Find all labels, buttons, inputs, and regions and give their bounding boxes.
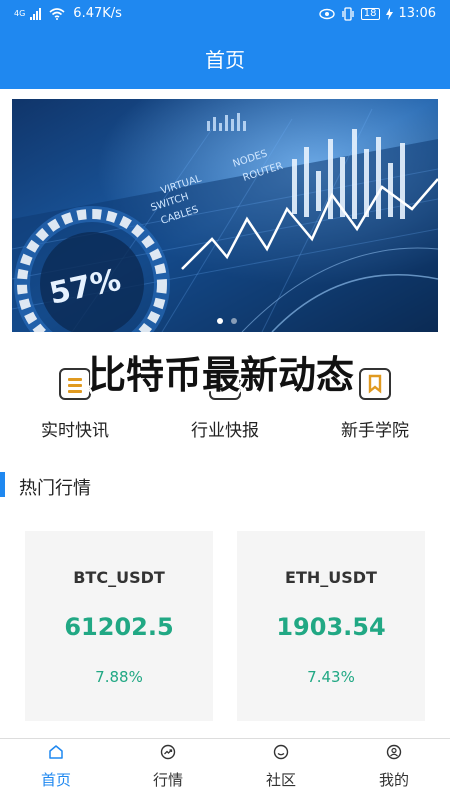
- quick-nav-label: 实时快讯: [41, 421, 109, 441]
- quick-nav-label: 新手学院: [341, 421, 409, 441]
- home-icon: [49, 745, 63, 759]
- ticker-price: 61202.5: [64, 613, 174, 641]
- ticker-card-btc[interactable]: BTC_USDT 61202.5 7.88%: [25, 531, 213, 721]
- battery-level: 18: [360, 7, 380, 20]
- status-right: 18 13:06: [319, 6, 436, 21]
- banner-image: VIRTUAL SWITCH CABLES NODES ROUTER 57%: [12, 99, 438, 332]
- tab-label: 行情: [152, 771, 183, 789]
- section-accent-bar: [0, 472, 5, 497]
- carousel-dots: [217, 318, 237, 324]
- app-header: 4G 6.47K/s 18 13:06 首页: [0, 0, 450, 89]
- section-title: 热门行情: [19, 478, 91, 499]
- status-left: 4G 6.47K/s: [14, 6, 122, 21]
- news-list-icon: [59, 368, 91, 400]
- tab-label: 社区: [265, 771, 296, 789]
- trend-icon: [160, 744, 176, 760]
- status-bar: 4G 6.47K/s 18 13:06: [0, 0, 450, 28]
- smile-icon: [273, 744, 289, 760]
- carousel-dot[interactable]: [217, 318, 223, 324]
- ticker-pair: ETH_USDT: [285, 568, 377, 587]
- tab-label: 我的: [378, 771, 409, 789]
- ticker-change: 7.88%: [95, 668, 143, 686]
- ticker-change: 7.43%: [307, 668, 355, 686]
- bottom-tab-bar: 首页 行情 社区 我的: [0, 738, 450, 800]
- tab-home[interactable]: 首页: [0, 739, 112, 800]
- signal-icon: [30, 7, 42, 20]
- user-icon: [386, 744, 402, 760]
- quick-nav-label: 行业快报: [191, 421, 259, 441]
- banner-carousel[interactable]: VIRTUAL SWITCH CABLES NODES ROUTER 57%: [12, 99, 438, 332]
- clock: 13:06: [398, 6, 436, 21]
- wifi-icon: [49, 7, 65, 20]
- tab-label: 首页: [40, 771, 71, 789]
- ticker-price: 1903.54: [276, 613, 386, 641]
- tab-mine[interactable]: 我的: [338, 739, 450, 800]
- vibrate-icon: [342, 6, 354, 21]
- tab-market[interactable]: 行情: [112, 739, 224, 800]
- tab-community[interactable]: 社区: [225, 739, 337, 800]
- eye-icon: [319, 8, 335, 19]
- network-speed: 6.47K/s: [73, 6, 122, 21]
- ticker-card-eth[interactable]: ETH_USDT 1903.54 7.43%: [237, 531, 425, 721]
- ticker-pair: BTC_USDT: [73, 568, 165, 587]
- bookmark-icon: [359, 368, 391, 400]
- page-title: 首页: [205, 48, 245, 72]
- charging-icon: [385, 7, 393, 20]
- overlay-headline: 比特币最新动态: [88, 353, 355, 397]
- network-type: 4G: [14, 9, 26, 18]
- carousel-dot[interactable]: [231, 318, 237, 324]
